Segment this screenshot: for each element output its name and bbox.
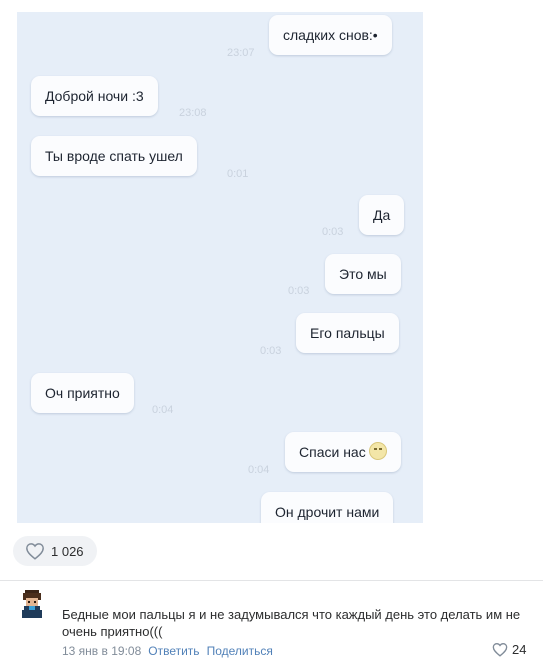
post-like-count: 1 026 — [51, 543, 84, 559]
message-time: 0:04 — [248, 464, 270, 476]
comment-meta: 13 янв в 19:08 Ответить Поделиться — [62, 644, 273, 658]
heart-outline-icon — [26, 543, 44, 560]
heart-outline-icon — [492, 643, 508, 657]
share-link[interactable]: Поделиться — [207, 644, 273, 658]
comment-like-count: 24 — [512, 642, 527, 657]
chat-message-outgoing: Он дрочит нами — [261, 492, 394, 523]
chat-message-incoming: Оч приятно — [31, 373, 134, 413]
comments-divider — [0, 580, 543, 581]
comment-date[interactable]: 13 янв в 19:08 — [62, 644, 141, 658]
pixel-avatar-image — [16, 588, 48, 620]
chat-message-outgoing: Это мы — [325, 254, 401, 294]
message-time: 23:07 — [227, 47, 255, 59]
comment-text: Бедные мои пальцы я и не задумывался что… — [62, 607, 521, 639]
chat-message-outgoing: Да — [359, 195, 405, 235]
chat-message-incoming: Доброй ночи :3 — [31, 76, 158, 116]
avatar[interactable] — [16, 588, 48, 620]
chat-message-outgoing: Спаси нас — [285, 432, 401, 472]
chat-screenshot-image: сладких снов:• 23:07 Доброй ночи :3 23:0… — [17, 12, 423, 523]
message-time: 0:03 — [288, 285, 310, 297]
message-time: 0:03 — [322, 226, 344, 238]
chat-message-incoming: Ты вроде спать ушел — [31, 136, 197, 176]
post-like-button[interactable]: 1 026 — [13, 536, 97, 566]
message-time: 23:08 — [179, 107, 207, 119]
message-time: 0:04 — [152, 404, 174, 416]
reply-link[interactable]: Ответить — [148, 644, 199, 658]
confused-face-emoji-icon — [368, 442, 387, 460]
chat-message-outgoing: Его пальцы — [296, 313, 399, 353]
comment-like-button[interactable]: 24 — [492, 642, 526, 657]
message-time: 0:01 — [227, 168, 249, 180]
message-time: 0:03 — [260, 345, 282, 357]
chat-message-outgoing: сладких снов:• — [269, 15, 392, 55]
